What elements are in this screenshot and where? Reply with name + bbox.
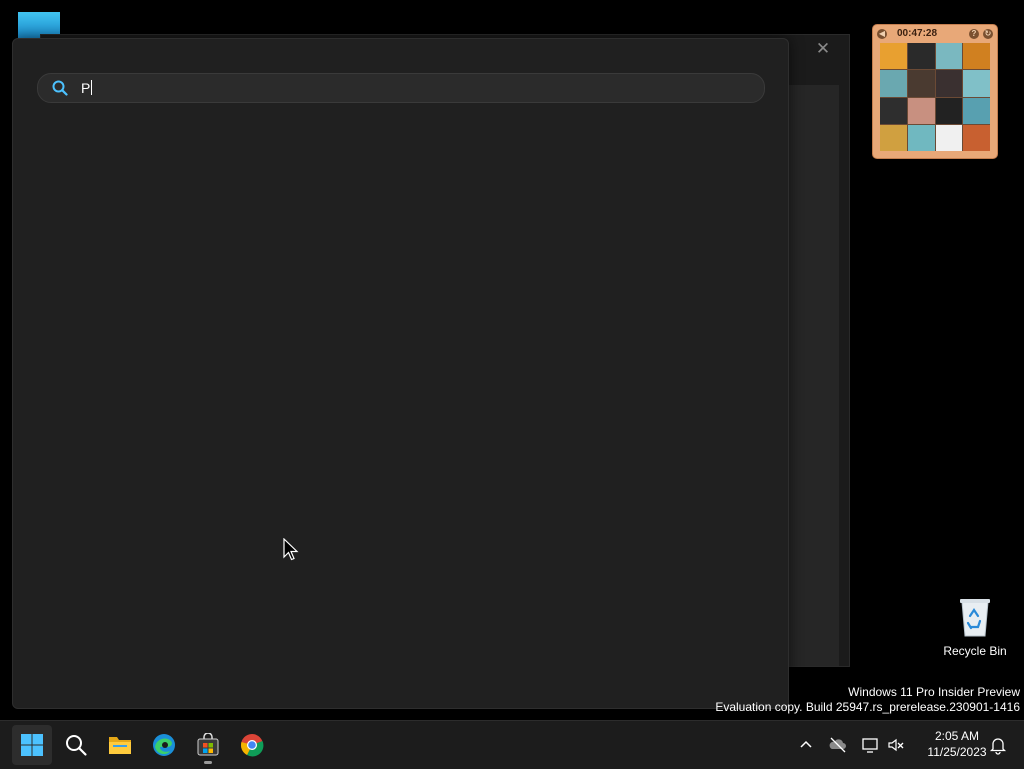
puzzle-menu-icon[interactable]: ◀ <box>877 29 887 39</box>
puzzle-tile[interactable] <box>880 97 907 124</box>
onedrive-offline-icon[interactable] <box>828 735 848 755</box>
search-query-text: P <box>81 80 93 96</box>
puzzle-title-bar: ◀ 00:47:28 ? ↻ <box>877 27 993 41</box>
puzzle-tile[interactable] <box>880 70 907 97</box>
network-icon[interactable] <box>860 735 880 755</box>
text-caret <box>91 80 93 95</box>
puzzle-tile[interactable] <box>907 124 935 151</box>
puzzle-tile[interactable] <box>935 97 963 124</box>
chrome-button[interactable] <box>232 725 272 765</box>
puzzle-tile[interactable] <box>963 70 990 97</box>
puzzle-tile[interactable] <box>880 43 907 70</box>
recycle-bin-icon <box>958 596 992 638</box>
chrome-icon <box>241 734 264 757</box>
puzzle-tile[interactable] <box>963 124 990 151</box>
folder-icon <box>109 737 131 754</box>
puzzle-tile[interactable] <box>880 124 907 151</box>
start-button[interactable] <box>12 725 52 765</box>
mouse-pointer-icon <box>283 537 299 567</box>
puzzle-gadget[interactable]: ◀ 00:47:28 ? ↻ <box>872 24 998 159</box>
running-indicator <box>204 761 212 764</box>
puzzle-timer: 00:47:28 <box>897 28 938 39</box>
puzzle-tile[interactable] <box>935 124 963 151</box>
puzzle-tile[interactable] <box>963 43 990 70</box>
puzzle-grid[interactable] <box>880 43 990 151</box>
notification-bell-icon[interactable] <box>988 735 1008 755</box>
recycle-bin-label: Recycle Bin <box>943 644 1007 658</box>
watermark-line-1: Windows 11 Pro Insider Preview <box>848 685 1020 699</box>
puzzle-tile[interactable] <box>935 43 963 70</box>
edge-button[interactable] <box>144 725 184 765</box>
background-window-pane <box>787 85 839 666</box>
taskbar: 2:05 AM 11/25/2023 <box>0 720 1024 769</box>
search-icon <box>66 735 87 756</box>
os-watermark: Windows 11 Pro Insider Preview Evaluatio… <box>715 685 1020 715</box>
puzzle-shuffle-icon[interactable]: ↻ <box>983 29 993 39</box>
taskbar-search-button[interactable] <box>56 725 96 765</box>
windows-logo-icon <box>21 734 43 756</box>
puzzle-tile[interactable] <box>907 43 935 70</box>
watermark-line-2: Evaluation copy. Build 25947.rs_prerelea… <box>715 700 1020 714</box>
edge-icon <box>153 734 175 756</box>
search-panel: P <box>12 38 789 709</box>
store-button[interactable] <box>188 725 228 765</box>
puzzle-help-icon[interactable]: ? <box>969 29 979 39</box>
store-icon <box>197 733 219 756</box>
puzzle-tile[interactable] <box>907 70 935 97</box>
recycle-bin[interactable]: Recycle Bin <box>938 596 1012 662</box>
search-icon <box>52 80 68 96</box>
chevron-up-icon[interactable] <box>796 735 816 755</box>
puzzle-tile[interactable] <box>907 97 935 124</box>
volume-muted-icon[interactable] <box>886 735 906 755</box>
background-window-close-button[interactable]: ✕ <box>813 39 833 59</box>
puzzle-tile[interactable] <box>935 70 963 97</box>
puzzle-tile[interactable] <box>963 97 990 124</box>
file-explorer-button[interactable] <box>100 725 140 765</box>
search-input[interactable]: P <box>37 73 765 103</box>
